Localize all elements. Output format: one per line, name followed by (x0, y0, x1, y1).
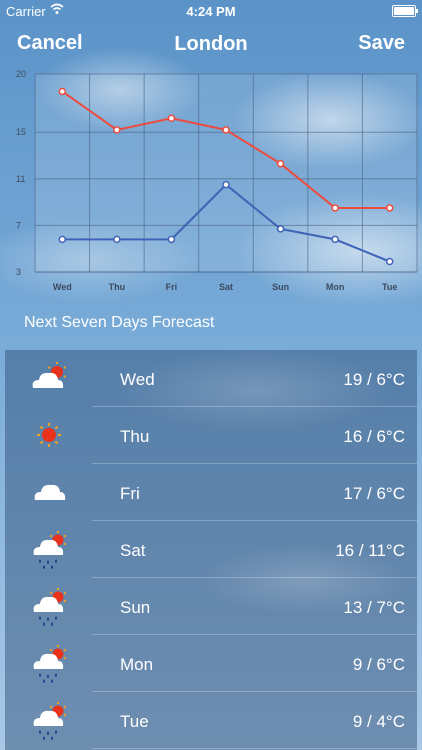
save-button[interactable]: Save (358, 32, 405, 55)
status-time: 4:24 PM (186, 4, 236, 19)
forecast-day-label: Mon (120, 655, 154, 674)
partly-cloudy-icon (32, 362, 67, 388)
forecast-temp-label: 9 / 4°C (352, 712, 405, 731)
navigation-bar: Cancel London Save (0, 22, 422, 64)
y-tick-label: 20 (16, 69, 26, 79)
y-tick-label: 11 (16, 174, 25, 184)
x-tick-label: Sat (219, 282, 233, 292)
status-bar: Carrier 4:24 PM (0, 0, 422, 22)
series-point (113, 126, 121, 134)
forecast-temp-label: 9 / 6°C (352, 655, 405, 674)
forecast-row-sat[interactable]: Sat 16 / 11°C (5, 521, 417, 578)
forecast-day-label: Tue (120, 712, 149, 731)
y-tick-label: 7 (16, 220, 21, 230)
plot-area (35, 74, 417, 272)
forecast-row-thu[interactable]: Thu 16 / 6°C (5, 407, 417, 464)
x-tick-label: Fri (166, 282, 178, 292)
temperature-chart-svg: 20 15 11 7 3 Wed Thu Fri Sat Sun Mon Tue (16, 69, 418, 292)
series-point (385, 257, 394, 266)
forecast-subtitle: Next Seven Days Forecast (24, 314, 215, 331)
series-point (58, 87, 67, 96)
forecast-day-label: Fri (120, 484, 140, 503)
battery-icon (392, 5, 418, 17)
forecast-row-fri[interactable]: Fri 17 / 6°C (5, 464, 417, 521)
series-point (222, 180, 230, 189)
x-tick-label: Sun (272, 282, 289, 292)
x-tick-label: Wed (53, 282, 72, 292)
x-tick-label: Mon (326, 282, 345, 292)
series-point (276, 159, 285, 168)
forecast-day-label: Sat (120, 541, 146, 560)
forecast-temp-label: 16 / 11°C (335, 541, 405, 560)
rain-sun-icon (33, 702, 67, 740)
forecast-list: Wed 19 / 6°C Thu 16 / 6°C Fri 17 / 6°C Sat 16 /… (5, 350, 417, 750)
forecast-temp-label: 13 / 7°C (343, 598, 405, 617)
row-divider (92, 748, 417, 749)
rain-sun-icon (33, 531, 67, 569)
forecast-row-sun[interactable]: Sun 13 / 7°C (5, 578, 417, 635)
forecast-row-mon[interactable]: Mon 9 / 6°C (5, 635, 417, 692)
x-tick-label: Thu (109, 282, 126, 292)
series-point (276, 225, 285, 233)
series-point (331, 204, 339, 212)
series-point (385, 204, 394, 212)
series-point (58, 235, 67, 244)
rain-sun-icon (33, 588, 67, 626)
sun-icon (37, 423, 61, 447)
forecast-row-tue[interactable]: Tue 9 / 4°C (5, 692, 417, 749)
y-tick-label: 3 (16, 267, 21, 277)
rain-sun-icon (33, 645, 67, 683)
forecast-day-label: Wed (120, 370, 155, 389)
forecast-day-label: Sun (120, 598, 151, 617)
forecast-day-label: Thu (120, 427, 150, 446)
series-point (167, 114, 176, 123)
series-point (222, 126, 230, 134)
series-point (167, 235, 176, 244)
forecast-temp-label: 17 / 6°C (343, 484, 405, 503)
series-point (331, 235, 339, 244)
series-point (113, 235, 121, 244)
x-tick-label: Tue (382, 282, 397, 292)
forecast-temp-label: 16 / 6°C (343, 427, 405, 446)
temperature-chart: 20 15 11 7 3 Wed Thu Fri Sat Sun Mon Tue (0, 64, 422, 304)
cloud-icon (34, 484, 66, 500)
forecast-row-wed[interactable]: Wed 19 / 6°C (5, 350, 417, 407)
forecast-temp-label: 19 / 6°C (343, 370, 405, 389)
y-tick-label: 15 (16, 127, 26, 137)
